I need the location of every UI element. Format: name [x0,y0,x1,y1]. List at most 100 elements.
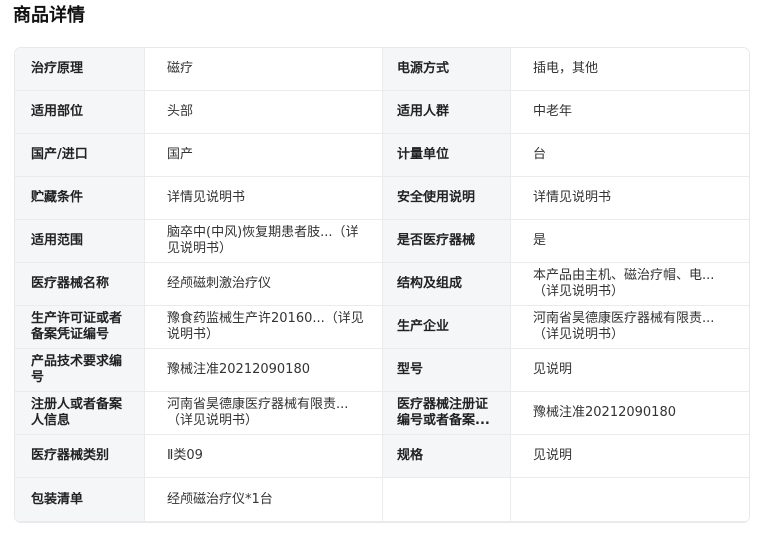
spec-label-text: 结构及组成 [397,276,463,291]
table-row: 医疗器械名称 经颅磁刺激治疗仪 结构及组成 本产品由主机、磁治疗帽、电... （详见说明… [15,262,749,306]
spec-value-text: 见说明 [533,362,573,377]
spec-value: 见说明 [510,348,749,392]
spec-value-text: 豫械注准20212090180 [533,405,676,420]
spec-label: 适用范围 [15,219,145,263]
spec-value: 豫械注准20212090180 [144,348,383,392]
table-row: 生产许可证或者 备案凭证编号 豫食药监械生产许20160...（详见 说明书） 生产企业… [15,305,749,349]
spec-value: 插电，其他 [510,48,749,91]
spec-value-text: 插电，其他 [533,61,599,76]
spec-label-text: 安全使用说明 [397,190,476,205]
spec-value-text: 豫械注准20212090180 [167,362,310,377]
spec-label-text: 生产企业 [397,319,450,334]
spec-value: 国产 [144,133,383,177]
spec-label: 国产/进口 [15,133,145,177]
spec-label-text: 医疗器械类别 [31,448,110,463]
table-row: 适用范围 脑卒中(中风)恢复期患者肢...（详 见说明书） 是否医疗器械 是 [15,219,749,263]
spec-label: 医疗器械类别 [15,434,145,478]
table-row: 适用部位 头部 适用人群 中老年 [15,90,749,134]
spec-value-text: 中老年 [533,104,573,119]
spec-value-text: Ⅱ类09 [167,448,203,463]
spec-value-text: 说明书） [167,327,220,342]
spec-value-text: 台 [533,147,547,162]
spec-value: 河南省昊德康医疗器械有限责... （详见说明书） [144,391,383,435]
table-row: 产品技术要求编号 豫械注准20212090180 型号 见说明 [15,348,749,392]
spec-label: 医疗器械名称 [15,262,145,306]
spec-label: 医疗器械注册证 编号或者备案... [382,391,511,435]
spec-label: 结构及组成 [382,262,511,306]
empty-cell [382,477,511,522]
spec-value-text: 头部 [167,104,194,119]
spec-label-text: 贮藏条件 [31,190,84,205]
spec-label: 型号 [382,348,511,392]
spec-label: 生产企业 [382,305,511,349]
spec-label-text: 治疗原理 [31,61,84,76]
spec-label-text: 注册人或者备案 [31,397,123,412]
page-title: 商品详情 [13,5,85,26]
spec-table: 治疗原理 磁疗 电源方式 插电，其他适用部位 头部 适用人群 中老年国产/进口 国产 计量单位 台… [15,48,749,522]
spec-value-text: 详情见说明书 [167,190,246,205]
spec-value: 经颅磁治疗仪*1台 [144,477,383,522]
spec-label: 产品技术要求编号 [15,348,145,392]
table-row: 国产/进口 国产 计量单位 台 [15,133,749,177]
spec-label-text: 计量单位 [397,147,450,162]
spec-value-text: 河南省昊德康医疗器械有限责... [167,397,349,412]
spec-label: 规格 [382,434,511,478]
spec-value-text: 脑卒中(中风)恢复期患者肢...（详 [167,225,359,240]
spec-label-text: 国产/进口 [31,147,88,162]
spec-label: 注册人或者备案 人信息 [15,391,145,435]
spec-value-text: 是 [533,233,547,248]
table-row: 注册人或者备案 人信息 河南省昊德康医疗器械有限责... （详见说明书） 医疗器械注册证… [15,391,749,435]
spec-label-text: 人信息 [31,413,71,428]
spec-label-text: 包装清单 [31,491,84,507]
spec-value: 头部 [144,90,383,134]
spec-label-text: 产品技术要求编 [31,354,123,369]
spec-label-text: 适用人群 [397,104,450,119]
spec-label-text: 生产许可证或者 [31,311,123,326]
spec-value: 豫食药监械生产许20160...（详见 说明书） [144,305,383,349]
spec-value-text: 国产 [167,147,194,162]
spec-label-text: 编号或者备案... [397,413,490,428]
spec-value-text: （详见说明书） [533,284,625,299]
spec-label: 适用部位 [15,90,145,134]
spec-value: 详情见说明书 [144,176,383,220]
spec-value-text: 详情见说明书 [533,190,612,205]
spec-value-text: 见说明 [533,448,573,463]
spec-value: 磁疗 [144,48,383,91]
spec-label-text: 电源方式 [397,61,450,76]
spec-value: 台 [510,133,749,177]
spec-label: 包装清单 [15,477,145,522]
spec-label-text: 医疗器械名称 [31,276,110,291]
spec-value: 是 [510,219,749,263]
spec-value-text: （详见说明书） [167,413,259,428]
spec-label: 治疗原理 [15,48,145,91]
spec-label-text: 医疗器械注册证 [397,397,489,412]
spec-label: 安全使用说明 [382,176,511,220]
spec-value-text: 见说明书） [167,241,233,256]
table-row: 包装清单 经颅磁治疗仪*1台 [15,477,749,522]
table-row: 治疗原理 磁疗 电源方式 插电，其他 [15,48,749,91]
spec-value-text: 本产品由主机、磁治疗帽、电... [533,268,715,283]
spec-label: 生产许可证或者 备案凭证编号 [15,305,145,349]
product-details-table: 治疗原理 磁疗 电源方式 插电，其他适用部位 头部 适用人群 中老年国产/进口 国产 计量单位 台… [14,47,750,523]
spec-value-text: 豫食药监械生产许20160...（详见 [167,311,364,326]
spec-value: 脑卒中(中风)恢复期患者肢...（详 见说明书） [144,219,383,263]
spec-value: 中老年 [510,90,749,134]
spec-value-text: 经颅磁治疗仪*1台 [167,491,273,507]
spec-value: Ⅱ类09 [144,434,383,478]
spec-value: 河南省昊德康医疗器械有限责... （详见说明书） [510,305,749,349]
spec-label-text: 是否医疗器械 [397,233,476,248]
spec-value: 见说明 [510,434,749,478]
spec-value: 详情见说明书 [510,176,749,220]
spec-value: 本产品由主机、磁治疗帽、电... （详见说明书） [510,262,749,306]
spec-label: 计量单位 [382,133,511,177]
spec-label: 是否医疗器械 [382,219,511,263]
spec-label-text: 备案凭证编号 [31,327,110,342]
spec-label: 电源方式 [382,48,511,91]
spec-label-text: 适用范围 [31,233,84,248]
table-row: 贮藏条件 详情见说明书 安全使用说明 详情见说明书 [15,176,749,220]
spec-label-text: 号 [31,370,45,385]
spec-value: 经颅磁刺激治疗仪 [144,262,383,306]
spec-value: 豫械注准20212090180 [510,391,749,435]
spec-value-text: 经颅磁刺激治疗仪 [167,276,272,291]
spec-value-text: 河南省昊德康医疗器械有限责... [533,311,715,326]
